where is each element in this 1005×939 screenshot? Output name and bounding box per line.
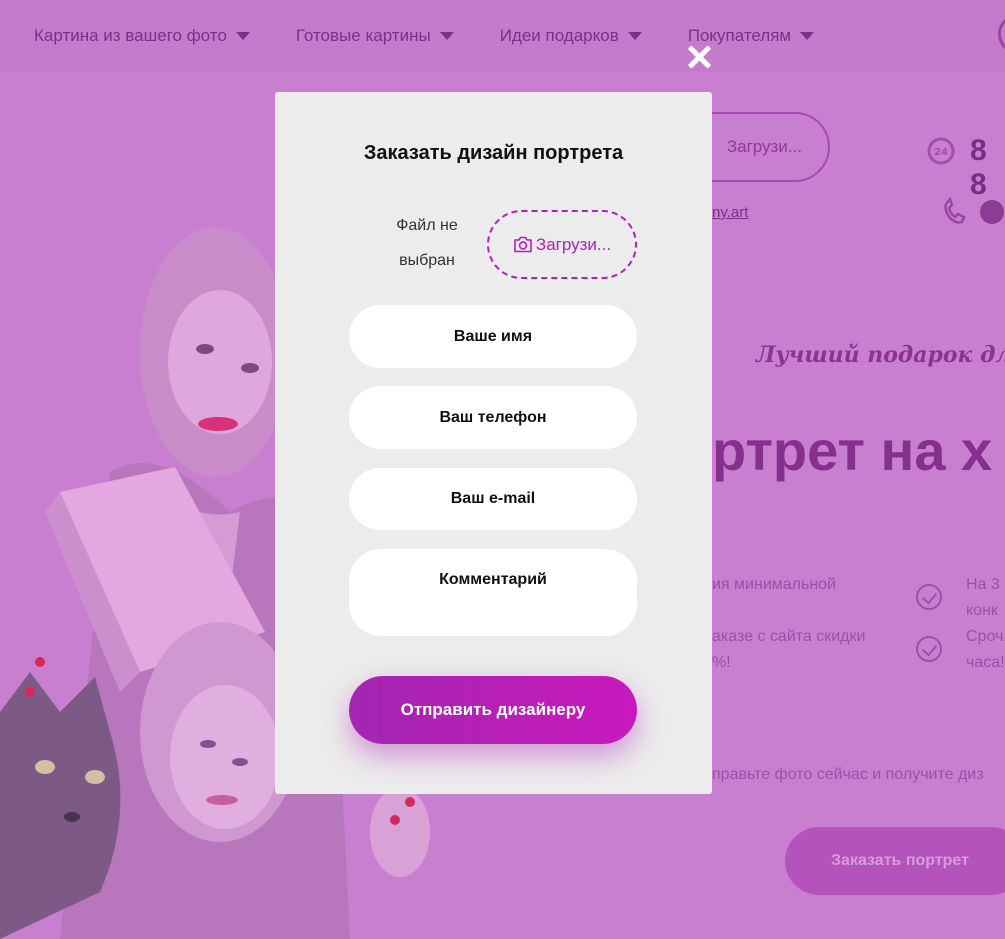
- nav-item-photo-painting[interactable]: Картина из вашего фото: [34, 26, 250, 46]
- hero-tagline: Лучший подарок для: [756, 342, 1005, 368]
- feature-list: ия минимальной аказе с сайта скидки %! Н…: [712, 570, 1005, 680]
- caret-down-icon: [627, 32, 642, 40]
- feature-item: аказе с сайта скидки %!: [712, 628, 866, 671]
- header-phone[interactable]: 8 8: [970, 134, 1005, 202]
- phone-placeholder: Ваш телефон: [439, 408, 547, 426]
- file-status-line: выбран: [399, 252, 455, 269]
- svg-text:24: 24: [934, 147, 948, 158]
- file-status-line: Файл не: [396, 217, 458, 234]
- comment-field[interactable]: Комментарий: [349, 549, 637, 636]
- submit-label: Отправить дизайнеру: [400, 700, 586, 719]
- upload-photo-button[interactable]: Загрузи...: [487, 210, 637, 279]
- check-circle-icon: [916, 584, 942, 610]
- hero-footer-text: правьте фото сейчас и получите диз: [712, 766, 984, 783]
- phone-field[interactable]: Ваш телефон: [349, 386, 637, 449]
- email-placeholder: Ваш e-mail: [450, 490, 536, 507]
- comment-placeholder: Комментарий: [439, 571, 547, 588]
- feature-item: Сроч часа!: [966, 628, 1005, 671]
- messenger-icons: [944, 196, 1004, 224]
- send-to-designer-button[interactable]: Отправить дизайнеру: [349, 676, 637, 744]
- hero-heading: ртрет на х: [712, 419, 993, 482]
- modal-title: Заказать дизайн портрета: [363, 142, 624, 164]
- feature-item: ия минимальной: [712, 576, 836, 593]
- email-field[interactable]: Ваш e-mail: [349, 468, 637, 530]
- order-portrait-label: Заказать портрет: [831, 852, 969, 869]
- order-design-modal: Заказать дизайн портрета Файл не выбран …: [275, 92, 712, 794]
- file-status: Файл не выбран: [375, 208, 479, 278]
- top-navigation: Картина из вашего фото Готовые картины И…: [0, 0, 1005, 72]
- camera-icon: [514, 236, 532, 253]
- caret-down-icon: [439, 32, 454, 40]
- name-placeholder: Ваше имя: [453, 327, 533, 345]
- nav-item-ready-paintings[interactable]: Готовые картины: [296, 26, 454, 46]
- caret-down-icon: [800, 32, 815, 40]
- upload-label: Загрузи...: [535, 234, 612, 254]
- nav-item-label: Идеи подарков: [499, 26, 619, 45]
- clock-24-icon: 24: [927, 137, 955, 165]
- nav-avatar-icon[interactable]: [998, 14, 1005, 54]
- upload-label: Загрузи...: [726, 137, 802, 156]
- check-circle-icon: [916, 636, 942, 662]
- close-icon[interactable]: [684, 42, 714, 72]
- caret-down-icon: [235, 32, 250, 40]
- nav-item-label: Готовые картины: [295, 26, 431, 45]
- name-field[interactable]: Ваше имя: [349, 305, 637, 368]
- nav-item-label: Картина из вашего фото: [34, 26, 227, 45]
- feature-item: На 3 конк: [966, 576, 1000, 619]
- header-email-link[interactable]: ny.art: [712, 204, 748, 221]
- order-portrait-button[interactable]: Заказать портрет: [785, 827, 1005, 895]
- nav-item-gift-ideas[interactable]: Идеи подарков: [500, 26, 642, 46]
